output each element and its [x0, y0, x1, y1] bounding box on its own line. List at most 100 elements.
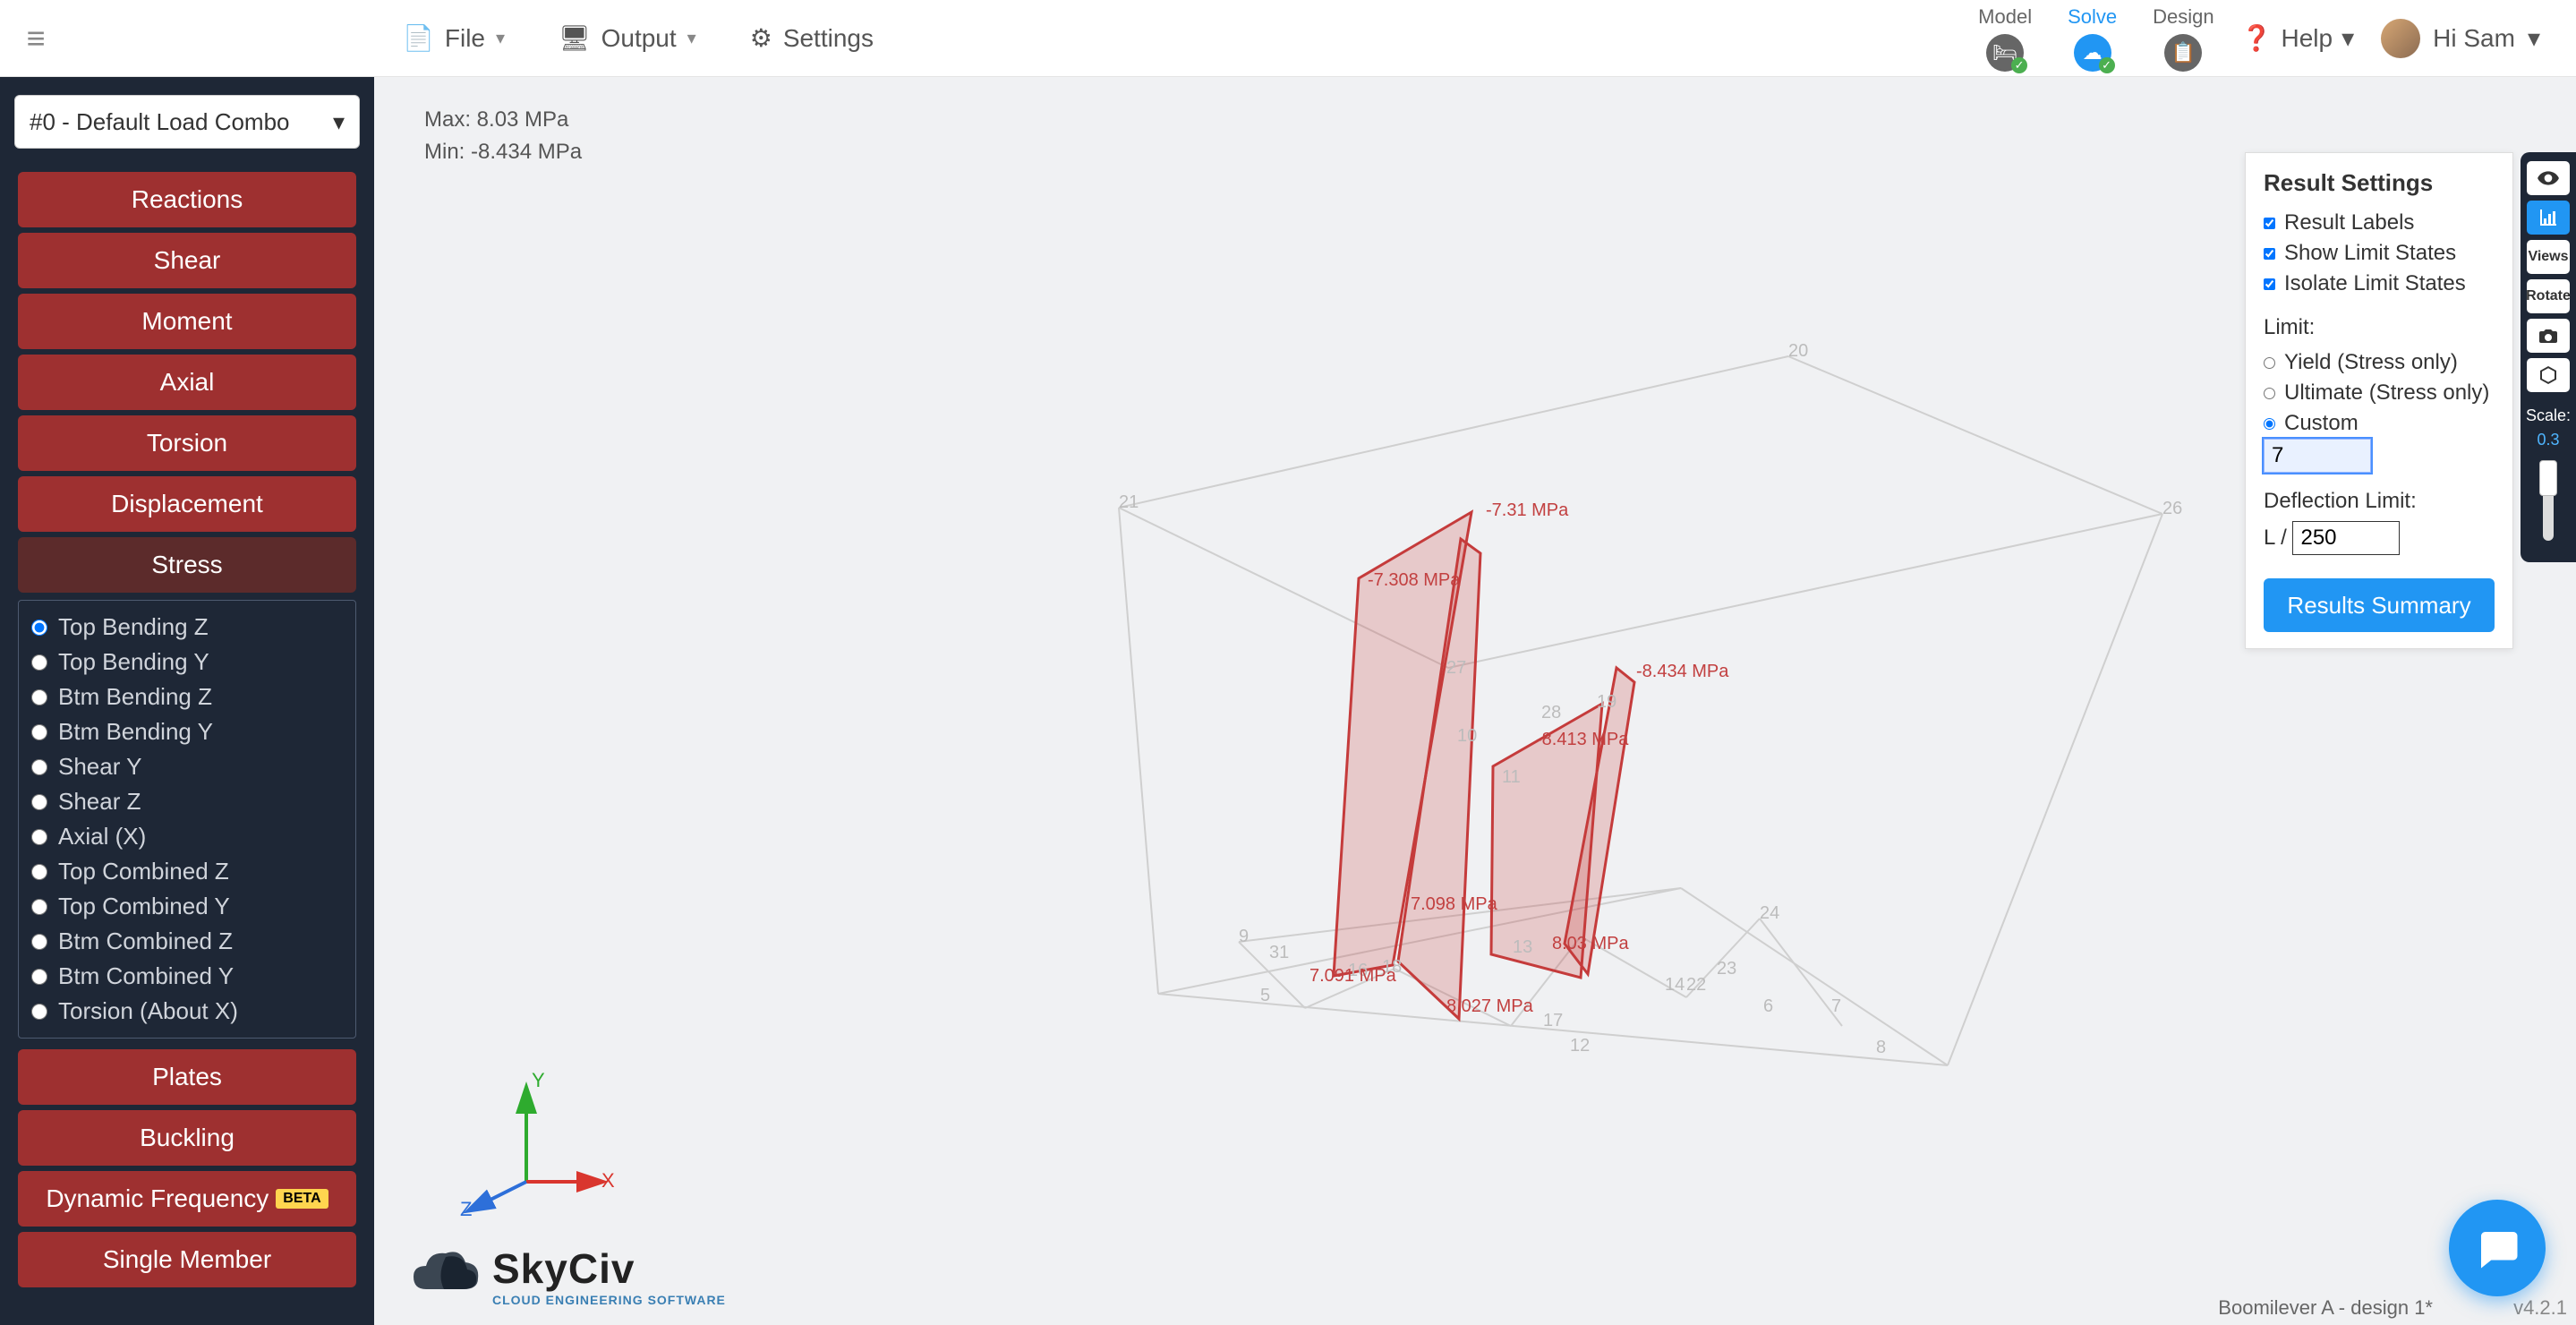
user-greeting: Hi Sam [2433, 24, 2515, 53]
svg-text:21: 21 [1119, 492, 1139, 512]
stress-radio-3[interactable]: Btm Bending Y [31, 714, 343, 749]
menu-icon[interactable]: ≡ [0, 0, 72, 77]
deflection-input[interactable] [2292, 521, 2400, 555]
stress-radio-1[interactable]: Top Bending Y [31, 645, 343, 680]
mode-model[interactable]: Model 🛏 [1978, 5, 2032, 72]
mode-pills: Model 🛏 Solve ☁ Design 📋 [1978, 5, 2213, 72]
limit-header: Limit: [2264, 315, 2495, 340]
stress-radio-0[interactable]: Top Bending Z [31, 610, 343, 645]
model-icon: 🛏 [1986, 34, 2024, 72]
limit-ultimate-radio[interactable]: Ultimate (Stress only) [2264, 378, 2495, 408]
chevron-down-icon: ▾ [2528, 23, 2540, 53]
user-menu[interactable]: Hi Sam ▾ [2381, 19, 2540, 58]
stress-radio-9[interactable]: Btm Combined Z [31, 924, 343, 959]
stress-radio-2[interactable]: Btm Bending Z [31, 680, 343, 714]
mode-solve[interactable]: Solve ☁ [2068, 5, 2117, 72]
limit-custom-radio[interactable]: Custom [2264, 408, 2495, 439]
svg-text:Y: Y [532, 1069, 545, 1091]
viewport[interactable]: Max: 8.03 MPa Min: -8.434 MPa [374, 77, 2576, 1325]
limit-section: Limit: Yield (Stress only) Ultimate (Str… [2264, 315, 2495, 473]
camera-icon [2538, 325, 2559, 346]
view-rail: Views Rotate Scale: 0.3 [2521, 152, 2576, 562]
logo-subtitle: CLOUD ENGINEERING SOFTWARE [492, 1293, 726, 1307]
reactions-button[interactable]: Reactions [18, 172, 356, 227]
axial-button[interactable]: Axial [18, 355, 356, 410]
result-settings-title: Result Settings [2264, 169, 2495, 197]
result-labels-checkbox[interactable]: Result Labels [2264, 208, 2495, 238]
svg-text:7.098 MPa: 7.098 MPa [1411, 894, 1498, 914]
help-menu[interactable]: ❓ Help ▾ [2241, 23, 2355, 53]
svg-text:X: X [601, 1169, 615, 1192]
stress-radio-11[interactable]: Torsion (About X) [31, 994, 343, 1029]
svg-text:14: 14 [1665, 975, 1685, 995]
help-icon: ❓ [2241, 23, 2273, 53]
mode-model-label: Model [1978, 5, 2032, 29]
show-limit-checkbox[interactable]: Show Limit States [2264, 238, 2495, 269]
svg-text:8: 8 [1876, 1038, 1886, 1057]
shear-button[interactable]: Shear [18, 233, 356, 288]
svg-text:-8.413 MPa: -8.413 MPa [1536, 730, 1629, 749]
svg-text:7: 7 [1831, 996, 1841, 1016]
stress-radio-8[interactable]: Top Combined Y [31, 889, 343, 924]
monitor-icon: 🖥 [559, 23, 591, 53]
svg-text:-8.434 MPa: -8.434 MPa [1636, 662, 1729, 681]
moment-button[interactable]: Moment [18, 294, 356, 349]
svg-text:20: 20 [1788, 341, 1808, 361]
stress-radio-6[interactable]: Axial (X) [31, 819, 343, 854]
chart-button[interactable] [2527, 201, 2570, 235]
limit-custom-input[interactable] [2264, 439, 2371, 473]
rotate-button[interactable]: Rotate [2527, 279, 2570, 313]
slider-thumb[interactable] [2539, 460, 2557, 496]
load-combo-select[interactable]: #0 - Default Load Combo ▾ [14, 95, 360, 149]
stress-radio-10[interactable]: Btm Combined Y [31, 959, 343, 994]
output-menu[interactable]: 🖥 Output ▾ [559, 23, 696, 53]
stress-options: Top Bending Z Top Bending Y Btm Bending … [18, 600, 356, 1039]
mode-solve-label: Solve [2068, 5, 2117, 29]
file-menu[interactable]: 📄 File ▾ [403, 23, 505, 53]
plates-button[interactable]: Plates [18, 1049, 356, 1105]
mode-design[interactable]: Design 📋 [2153, 5, 2213, 72]
top-bar: ≡ 📄 File ▾ 🖥 Output ▾ ⚙ Settings Model 🛏… [0, 0, 2576, 77]
svg-text:17: 17 [1543, 1011, 1563, 1030]
svg-text:12: 12 [1570, 1036, 1590, 1056]
limit-yield-radio[interactable]: Yield (Stress only) [2264, 347, 2495, 378]
camera-button[interactable] [2527, 319, 2570, 353]
buckling-button[interactable]: Buckling [18, 1110, 356, 1166]
chat-button[interactable] [2449, 1200, 2546, 1296]
visibility-button[interactable] [2527, 161, 2570, 195]
svg-text:19: 19 [1597, 692, 1616, 712]
dynamic-frequency-button[interactable]: Dynamic Frequency BETA [18, 1171, 356, 1227]
svg-text:7.091 MPa: 7.091 MPa [1309, 966, 1397, 986]
cube-button[interactable] [2527, 358, 2570, 392]
stress-radio-5[interactable]: Shear Z [31, 784, 343, 819]
file-icon: 📄 [403, 23, 434, 53]
displacement-button[interactable]: Displacement [18, 476, 356, 532]
brand-logo: SkyCiv CLOUD ENGINEERING SOFTWARE [410, 1244, 726, 1307]
top-menu: 📄 File ▾ 🖥 Output ▾ ⚙ Settings [403, 23, 874, 53]
version-label: v4.2.1 [2513, 1296, 2567, 1320]
solve-icon: ☁ [2074, 34, 2111, 72]
top-right: Model 🛏 Solve ☁ Design 📋 ❓ Help ▾ Hi Sam… [1978, 5, 2576, 72]
svg-text:24: 24 [1760, 903, 1779, 923]
deflection-prefix: L / [2264, 526, 2287, 550]
single-member-button[interactable]: Single Member [18, 1232, 356, 1287]
deflection-header: Deflection Limit: [2264, 489, 2495, 514]
torsion-button[interactable]: Torsion [18, 415, 356, 471]
views-button[interactable]: Views [2527, 240, 2570, 274]
stress-radio-4[interactable]: Shear Y [31, 749, 343, 784]
svg-text:27: 27 [1446, 658, 1466, 678]
deflection-section: Deflection Limit: L / [2264, 489, 2495, 555]
svg-text:10: 10 [1457, 726, 1477, 746]
stress-radio-7[interactable]: Top Combined Z [31, 854, 343, 889]
settings-menu[interactable]: ⚙ Settings [750, 23, 874, 53]
svg-text:-7.308 MPa: -7.308 MPa [1368, 570, 1461, 590]
chevron-down-icon: ▾ [333, 108, 345, 136]
results-summary-button[interactable]: Results Summary [2264, 578, 2495, 632]
isolate-limit-checkbox[interactable]: Isolate Limit States [2264, 269, 2495, 299]
settings-label: Settings [783, 24, 874, 53]
scale-slider[interactable] [2543, 460, 2554, 541]
chevron-down-icon: ▾ [496, 27, 505, 49]
stress-button[interactable]: Stress [18, 537, 356, 593]
chevron-down-icon: ▾ [2341, 23, 2354, 53]
chart-icon [2538, 207, 2559, 228]
